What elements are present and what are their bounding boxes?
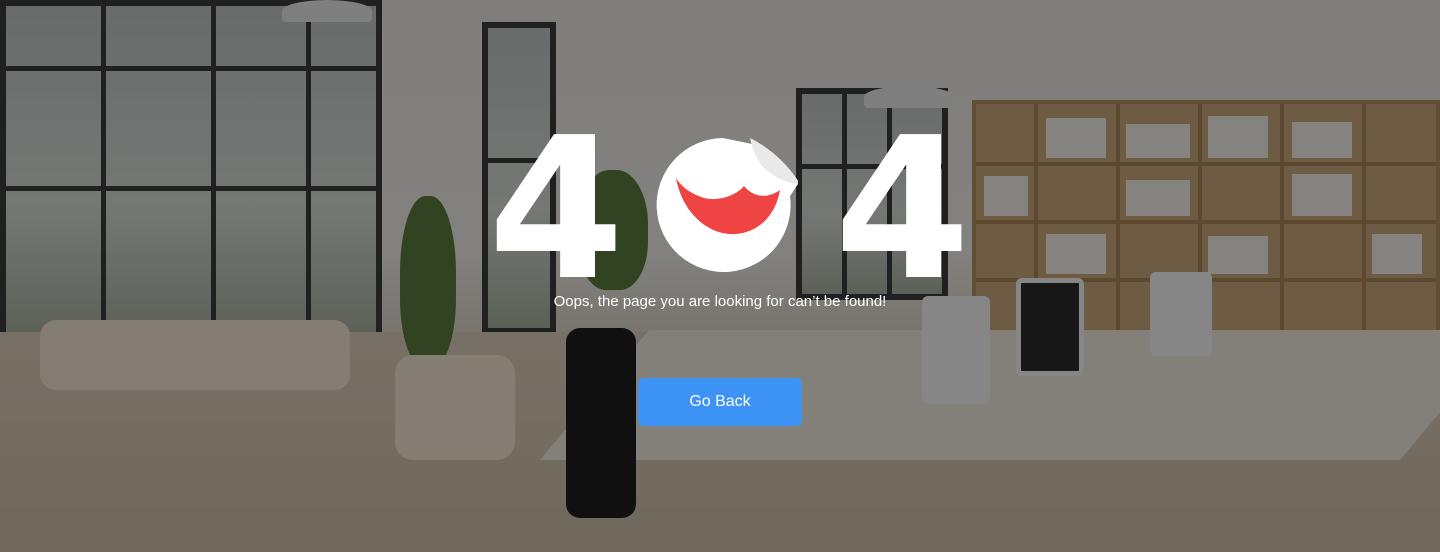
go-back-button[interactable]: Go Back — [638, 378, 802, 426]
error-code-404: 4 4 — [488, 112, 970, 308]
error-message: Oops, the page you are looking for can’t… — [553, 293, 887, 310]
error-page: 4 4 Oops, the page you are looking for c… — [0, 0, 1440, 552]
error-digit-right: 4 — [834, 96, 970, 324]
error-digit-left: 4 — [488, 96, 624, 324]
sad-face-sticker-icon — [656, 138, 798, 272]
